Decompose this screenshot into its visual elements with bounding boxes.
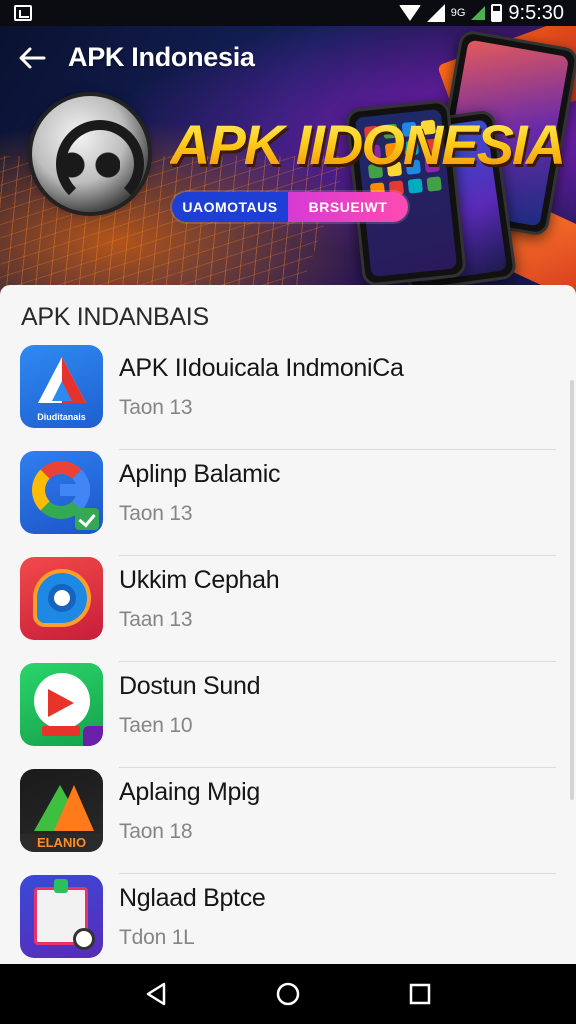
app-meta: Taan 13: [119, 608, 193, 631]
g-check-app-icon: [20, 451, 103, 534]
app-name: Nglaad Bptce: [119, 884, 266, 912]
section-title: APK INDANBAIS: [21, 303, 209, 331]
hero-banner: APK Indonesia APK IIDONESIA UAOMOTAUS BR…: [0, 26, 576, 296]
status-clock: 9:5:30: [508, 1, 564, 24]
banner-pill-left: UAOMOTAUS: [172, 192, 288, 222]
signal-icon: [426, 4, 445, 22]
app-name: Aplinp Balamic: [119, 460, 281, 488]
app-meta: Taen 10: [119, 714, 193, 737]
status-right: 9G 9:5:30: [398, 1, 564, 25]
notification-icon: [14, 5, 32, 21]
recents-square-icon[interactable]: [400, 974, 440, 1014]
back-triangle-icon[interactable]: [136, 974, 176, 1014]
app-list: Diuditanais APK IIdouicala IndmoniCa Tao…: [0, 344, 576, 964]
network-label: 9G: [450, 7, 466, 19]
banner-pill-right: BRSUEIWT: [288, 192, 408, 222]
app-meta: Taon 13: [119, 502, 193, 525]
app-meta: Tdon 1L: [119, 926, 195, 949]
app-title: APK Indonesia: [68, 42, 255, 72]
triangle-app-icon: Diuditanais: [20, 345, 103, 428]
list-scrollbar[interactable]: [570, 380, 574, 800]
app-list-item[interactable]: Aplinp Balamic Taon 13: [0, 450, 576, 556]
headphones-logo-icon: [32, 96, 148, 212]
app-name: APK IIdouicala IndmoniCa: [119, 354, 404, 382]
app-name: Dostun Sund: [119, 672, 261, 700]
banner-heading: APK IIDONESIA: [170, 113, 566, 176]
app-name: Aplaing Mpig: [119, 778, 260, 806]
notes-app-icon: [20, 875, 103, 958]
arrow-left-icon[interactable]: [18, 44, 46, 72]
app-list-card: APK INDANBAIS Diuditanais APK IIdouicala…: [0, 285, 576, 964]
icon-caption: ELANIO: [20, 834, 103, 852]
app-list-item[interactable]: Nglaad Bptce Tdon 1L: [0, 874, 576, 964]
home-circle-icon[interactable]: [268, 974, 308, 1014]
app-list-item[interactable]: Diuditanais APK IIdouicala IndmoniCa Tao…: [0, 344, 576, 450]
play-app-icon: [20, 663, 103, 746]
wifi-icon: [398, 5, 421, 21]
app-list-item[interactable]: ELANIO Aplaing Mpig Taon 18: [0, 768, 576, 874]
x-app-icon: ELANIO: [20, 769, 103, 852]
icon-caption: Diuditanais: [37, 412, 86, 422]
system-nav-bar: [0, 964, 576, 1024]
app-list-item[interactable]: Ukkim Cephah Taan 13: [0, 556, 576, 662]
app-name: Ukkim Cephah: [119, 566, 280, 594]
status-left: [14, 5, 32, 21]
app-list-item[interactable]: Dostun Sund Taen 10: [0, 662, 576, 768]
banner-pill: UAOMOTAUS BRSUEIWT: [172, 192, 408, 222]
app-meta: Taon 18: [119, 820, 193, 843]
app-bar: APK Indonesia: [18, 42, 255, 73]
signal-small-icon: [471, 6, 486, 20]
battery-icon: [491, 4, 503, 22]
status-bar: 9G 9:5:30: [0, 0, 576, 26]
app-meta: Taon 13: [119, 396, 193, 419]
ring-app-icon: [20, 557, 103, 640]
